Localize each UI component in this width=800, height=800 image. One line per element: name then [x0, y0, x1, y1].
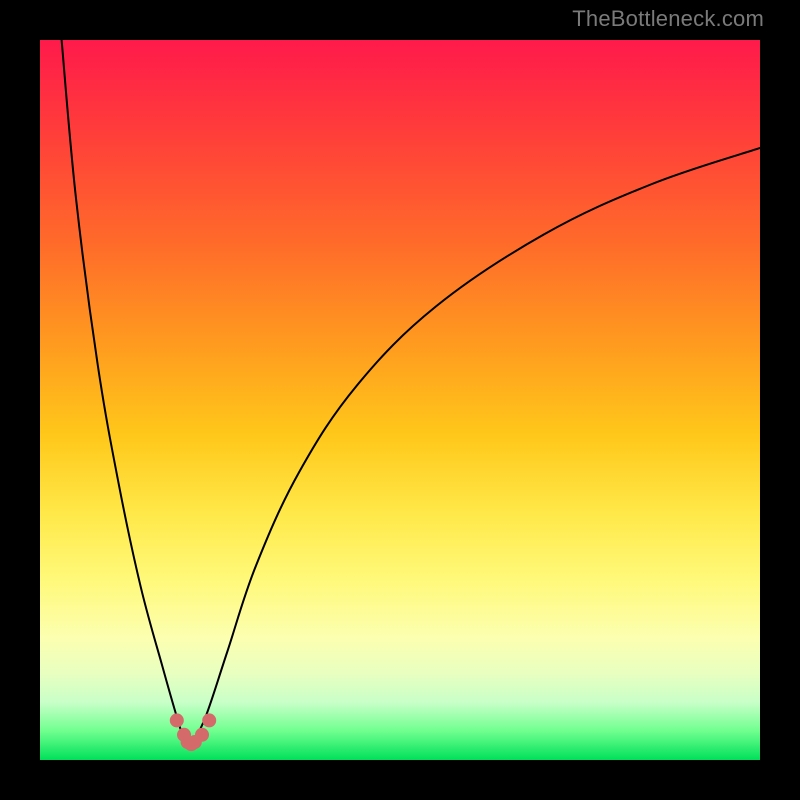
curve-layer — [40, 40, 760, 760]
curve-left-branch — [62, 40, 192, 746]
bottom-marker-dot — [195, 728, 209, 742]
bottom-marker-cluster — [170, 713, 216, 751]
chart-frame: TheBottleneck.com — [0, 0, 800, 800]
bottom-marker-dot — [202, 713, 216, 727]
bottom-marker-dot — [170, 713, 184, 727]
watermark-text: TheBottleneck.com — [572, 6, 764, 32]
plot-area — [40, 40, 760, 760]
curve-right-branch — [191, 148, 760, 746]
